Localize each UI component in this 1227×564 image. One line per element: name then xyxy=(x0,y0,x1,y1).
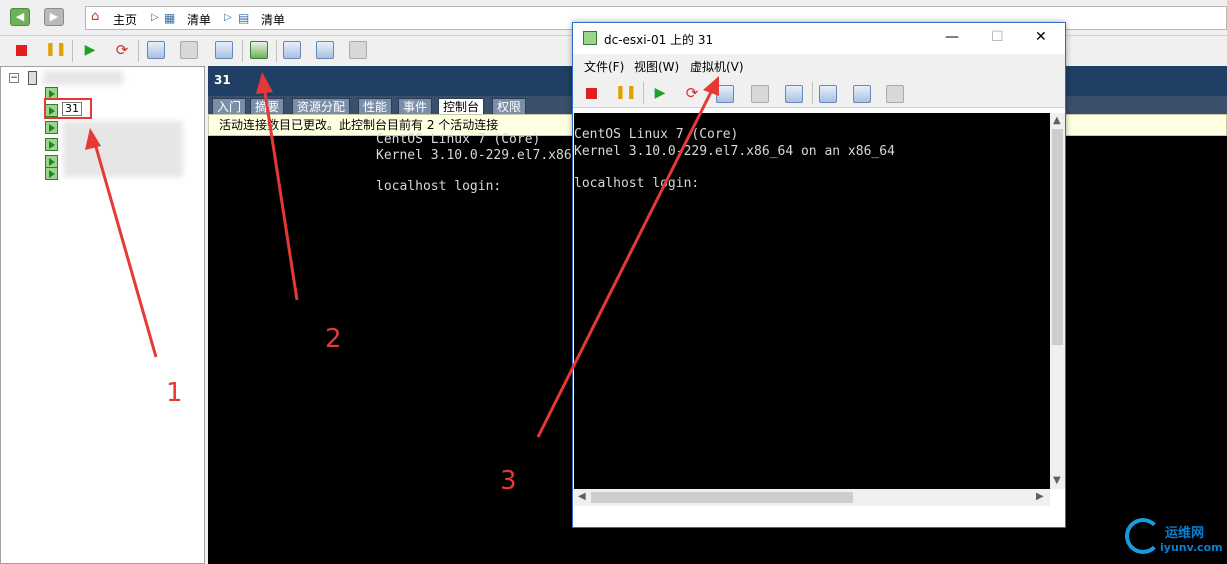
migrate-icon[interactable] xyxy=(316,41,334,59)
console-line: CentOS Linux 7 (Core) xyxy=(376,132,541,147)
horizontal-scrollbar[interactable]: ◀ ▶ xyxy=(574,489,1050,506)
revert-snapshot-icon[interactable] xyxy=(751,85,769,103)
inventory-icon: ▤ xyxy=(238,11,250,25)
home-icon: ⌂ xyxy=(91,9,100,24)
console-line: localhost login: xyxy=(574,176,700,191)
tools-icon[interactable] xyxy=(349,41,367,59)
breadcrumb-separator-icon: ▷ xyxy=(151,12,159,23)
suspend-icon[interactable]: ❚❚ xyxy=(45,40,67,60)
back-arrow-icon[interactable]: ◀ xyxy=(10,8,30,26)
tools-icon[interactable] xyxy=(886,85,904,103)
tab-console[interactable]: 控制台 xyxy=(438,98,485,114)
power-off-icon[interactable] xyxy=(16,45,27,56)
console-line: localhost login: xyxy=(376,179,502,194)
tab-getting-started[interactable]: 入门 xyxy=(212,98,247,114)
inventory-tree: − xyxy=(0,66,205,564)
vm-icon[interactable] xyxy=(45,138,58,151)
power-off-icon[interactable] xyxy=(586,88,597,99)
edit-settings-icon[interactable] xyxy=(283,41,301,59)
vm-icon[interactable] xyxy=(45,121,58,134)
close-icon[interactable]: ✕ xyxy=(1035,29,1047,45)
menu-vm[interactable]: 虚拟机(V) xyxy=(690,58,744,75)
breadcrumb-inventory-2[interactable]: 清单 xyxy=(261,11,285,28)
snapshot-icon[interactable] xyxy=(716,85,734,103)
annotation-label-1: 1 xyxy=(166,378,183,408)
console-line: Kernel 3.10.0-229.el7.x86 xyxy=(376,148,572,163)
breadcrumb-home[interactable]: 主页 xyxy=(113,11,137,28)
vm-console-icon xyxy=(583,31,597,45)
snapshot-manager-icon[interactable] xyxy=(215,41,233,59)
host-icon xyxy=(28,71,37,85)
window-title: dc-esxi-01 上的 31 xyxy=(604,33,714,47)
breadcrumb-separator-icon: ▷ xyxy=(224,12,232,23)
reset-icon[interactable]: ⟳ xyxy=(682,83,702,103)
breadcrumb-inventory[interactable]: 清单 xyxy=(187,11,211,28)
edit-settings-icon[interactable] xyxy=(819,85,837,103)
screen: ◀ ▶ ⌂ 主页 ▷ ▦ 清单 ▷ ▤ 清单 ❚❚ ▶ ⟳ − 31 31 入门… xyxy=(0,0,1227,564)
vm-console-screen[interactable]: CentOS Linux 7 (Core) Kernel 3.10.0-229.… xyxy=(574,113,1050,489)
tab-resource-allocation[interactable]: 资源分配 xyxy=(292,98,351,114)
watermark-name: 运维网 xyxy=(1165,526,1205,541)
scroll-up-icon[interactable]: ▲ xyxy=(1053,115,1061,126)
revert-snapshot-icon[interactable] xyxy=(180,41,198,59)
watermark-logo-icon xyxy=(1125,518,1161,554)
collapse-icon[interactable]: − xyxy=(9,73,19,83)
tab-summary[interactable]: 摘要 xyxy=(250,98,285,114)
menu-file[interactable]: 文件(F) xyxy=(584,58,624,75)
console-window[interactable]: dc-esxi-01 上的 31 — ☐ ✕ 文件(F) 视图(W) 虚拟机(V… xyxy=(572,22,1066,528)
power-on-icon[interactable]: ▶ xyxy=(80,40,100,60)
tab-performance[interactable]: 性能 xyxy=(358,98,393,114)
minimize-icon[interactable]: — xyxy=(945,29,959,45)
watermark-url: iyunv.com xyxy=(1160,541,1223,554)
scroll-right-icon[interactable]: ▶ xyxy=(1036,491,1044,502)
power-on-icon[interactable]: ▶ xyxy=(650,83,670,103)
inventory-icon: ▦ xyxy=(164,11,176,25)
maximize-icon[interactable]: ☐ xyxy=(991,29,1004,45)
annotation-label-2: 2 xyxy=(325,324,342,354)
console-line: Kernel 3.10.0-229.el7.x86_64 on an x86_6… xyxy=(574,144,895,159)
snapshot-icon[interactable] xyxy=(147,41,165,59)
tab-permissions[interactable]: 权限 xyxy=(492,98,527,114)
scroll-down-icon[interactable]: ▼ xyxy=(1053,475,1061,486)
tree-item-vm-31[interactable]: 31 xyxy=(62,102,82,116)
annotation-label-3: 3 xyxy=(500,466,517,496)
vertical-scroll-thumb[interactable] xyxy=(1052,129,1063,345)
tab-events[interactable]: 事件 xyxy=(398,98,433,114)
suspend-icon[interactable]: ❚❚ xyxy=(615,83,637,103)
migrate-icon[interactable] xyxy=(853,85,871,103)
window-toolbar: ❚❚ ▶ ⟳ xyxy=(573,76,1065,108)
window-menu-bar: 文件(F) 视图(W) 虚拟机(V) xyxy=(573,54,1065,76)
reset-icon[interactable]: ⟳ xyxy=(112,40,132,60)
menu-view[interactable]: 视图(W) xyxy=(634,58,679,75)
open-console-icon[interactable] xyxy=(250,41,268,59)
vertical-scrollbar[interactable]: ▲ ▼ xyxy=(1050,113,1065,489)
window-title-bar[interactable]: dc-esxi-01 上的 31 — ☐ ✕ xyxy=(573,23,1065,54)
horizontal-scroll-thumb[interactable] xyxy=(591,492,853,503)
vm-icon[interactable] xyxy=(45,167,58,180)
forward-arrow-icon[interactable]: ▶ xyxy=(44,8,64,26)
console-line: CentOS Linux 7 (Core) xyxy=(574,127,739,142)
scroll-left-icon[interactable]: ◀ xyxy=(578,491,586,502)
snapshot-manager-icon[interactable] xyxy=(785,85,803,103)
